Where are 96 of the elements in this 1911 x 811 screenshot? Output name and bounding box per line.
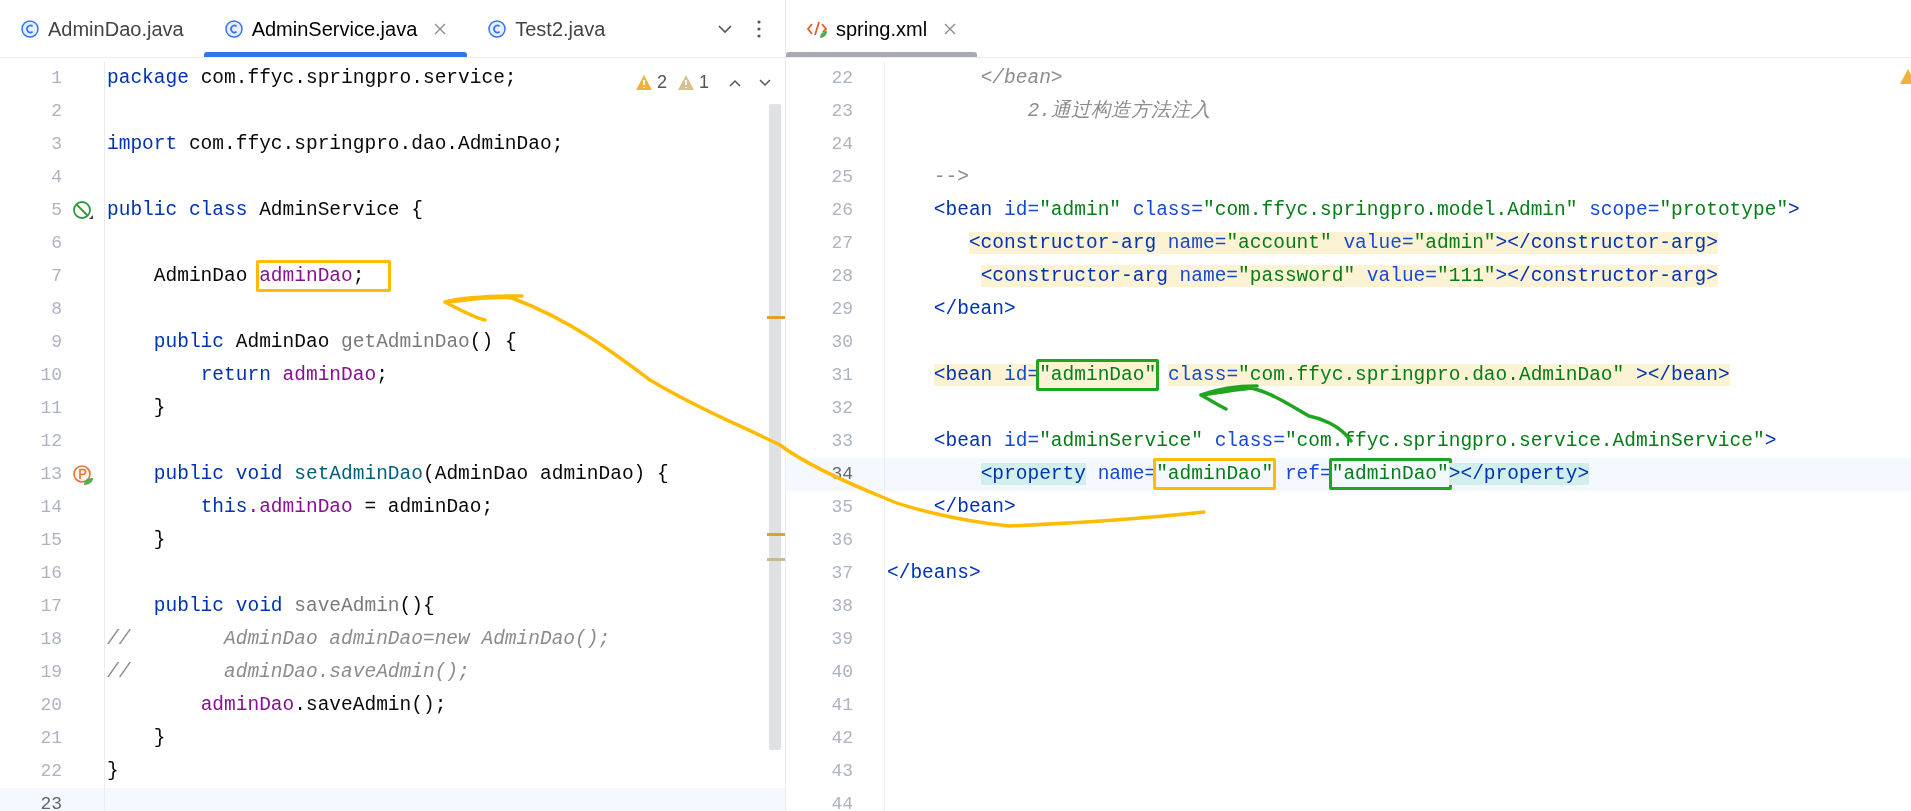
code-line: <constructor-arg name="password" value="111"></constructor-arg> [979,264,1718,289]
line-number: 11 [39,397,62,420]
code-line: public AdminDao getAdminDao() { [152,330,517,355]
annotation-box: "adminDao" [1036,359,1160,391]
property-icon[interactable] [72,463,94,486]
line-number: 15 [39,529,62,552]
code-line: <bean id="adminDao" class="com.ffyc.springpro.dao.AdminDao" ></bean> [885,359,1730,392]
line-number: 41 [830,694,853,717]
line-number: 33 [830,430,853,453]
line-number: 9 [50,331,62,354]
line-number: 23 [39,793,62,811]
line-number: 44 [830,793,853,811]
code-line: import com.ffyc.springpro.dao.AdminDao; [106,132,564,157]
code-line: </bean> [932,297,1016,322]
line-number: 39 [830,628,853,651]
line-number: 1 [50,67,62,90]
line-number: 4 [50,166,62,189]
annotation-box: "adminDao" [1153,458,1277,490]
line-number: 3 [50,133,62,156]
code-line: this.adminDao = adminDao; [199,495,494,520]
line-number: 31 [830,364,853,387]
line-number: 40 [830,661,853,684]
line-number: 27 [830,232,853,255]
close-icon[interactable] [433,21,448,36]
line-number: 12 [39,430,62,453]
line-number: 17 [39,595,62,618]
line-number: 29 [830,298,853,321]
code-line: } [152,396,166,421]
code-line: 2.通过构造方法注入 [1026,98,1211,124]
line-number: 2 [50,100,62,123]
code-line: } [152,528,166,553]
line-number: 5 [50,199,62,222]
line-number: 42 [830,727,853,750]
code-line: <bean id="admin" class="com.ffyc.springpro.model.Admin" scope="prototype"> [932,198,1800,223]
line-number: 38 [830,595,853,618]
line-number: 13 [39,463,62,486]
line-number: 22 [830,67,853,90]
editor-tab[interactable]: spring.xml [786,0,978,57]
scrollbar[interactable] [769,104,781,750]
code-line: return adminDao; [199,363,388,388]
code-line: <bean id="adminService" class="com.ffyc.springpro.service.AdminService"> [932,429,1777,454]
line-number: 22 [39,760,62,783]
line-number: 7 [50,265,62,288]
code-line: adminDao.saveAdmin(); [199,693,447,718]
line-number: 23 [830,100,853,123]
warning-count: 1 [699,71,709,94]
more-icon[interactable] [757,19,761,38]
line-number: 26 [830,199,853,222]
code-line: public class AdminService { [106,198,423,223]
warning-icon[interactable] [634,74,653,91]
line-number: 35 [830,496,853,519]
line-number: 18 [39,628,62,651]
code-line: } [152,726,166,751]
next-icon[interactable] [757,76,773,89]
code-line: public void setAdminDao(AdminDao adminDao) { [152,462,669,487]
code-line: </bean> [932,495,1016,520]
line-number: 21 [39,727,62,750]
line-number: 37 [830,562,853,585]
code-line: </bean> [979,66,1063,91]
editor-tab[interactable]: Test2.java [467,0,626,57]
line-number: 30 [830,331,853,354]
chevron-down-icon[interactable] [717,23,733,34]
class-icon [20,18,40,39]
editor-tab[interactable]: AdminService.java [203,0,468,57]
code-line: --> [932,165,969,190]
line-number: 28 [830,265,853,288]
annotation-box: adminDao; [256,260,391,292]
line-number: 36 [830,529,853,552]
line-number: 16 [39,562,62,585]
code-line: package com.ffyc.springpro.service; [106,66,517,91]
class-icon [487,18,508,39]
warning-count: 2 [656,71,667,94]
code-line: public void saveAdmin(){ [152,594,435,619]
bean-icon[interactable] [72,199,94,222]
code-line: </beans> [886,561,981,586]
close-icon[interactable] [943,21,958,36]
code-line: <property name="adminDao" ref="adminDao"></property> [885,458,1590,491]
line-number: 10 [39,364,62,387]
line-number: 14 [39,496,62,519]
line-number: 32 [830,397,853,420]
warning-icon[interactable] [677,74,695,91]
line-number: 19 [39,661,62,684]
editor-tab[interactable]: AdminDao.java [0,0,204,57]
code-line: // adminDao.saveAdmin(); [106,660,470,685]
warning-icon[interactable] [1899,68,1911,85]
line-number: 24 [830,133,853,156]
code-line: } [106,759,119,784]
line-number: 8 [50,298,62,321]
line-number: 20 [39,694,62,717]
class-icon [223,18,244,39]
line-number: 25 [830,166,853,189]
code-line: <constructor-arg name="account" value="admin"></constructor-arg> [967,231,1718,256]
line-number: 6 [50,232,62,255]
code-line: AdminDao adminDao; [105,260,388,293]
code-line: // AdminDao adminDao=new AdminDao(); [106,627,611,652]
line-number: 43 [830,760,853,783]
